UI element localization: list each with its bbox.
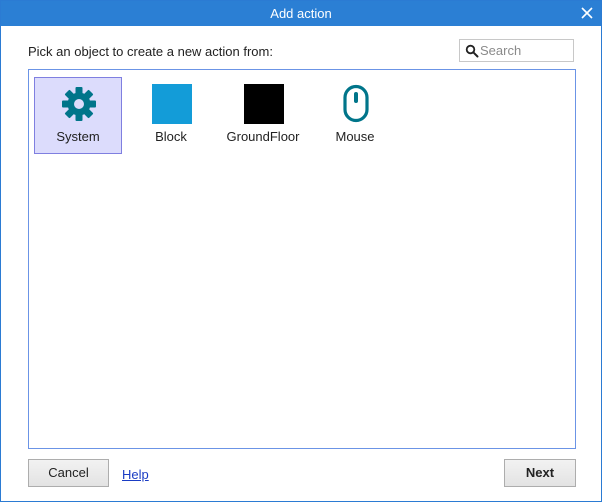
close-button[interactable] bbox=[577, 3, 597, 23]
object-label: System bbox=[56, 129, 100, 144]
search-input[interactable] bbox=[480, 41, 570, 60]
object-label: Block bbox=[155, 129, 187, 144]
search-box[interactable] bbox=[459, 39, 574, 62]
blue-square-sprite bbox=[152, 84, 192, 124]
next-button[interactable]: Next bbox=[504, 459, 576, 487]
object-mouse[interactable]: Mouse bbox=[311, 77, 399, 154]
dialog-title: Add action bbox=[270, 6, 332, 21]
add-action-dialog: Add action Pick an object to create a ne… bbox=[0, 0, 602, 502]
object-label: GroundFloor bbox=[226, 129, 300, 144]
close-icon bbox=[581, 7, 593, 19]
help-link[interactable]: Help bbox=[122, 467, 149, 482]
title-bar: Add action bbox=[1, 1, 601, 26]
object-system[interactable]: System bbox=[34, 77, 122, 154]
object-block[interactable]: Block bbox=[127, 77, 215, 154]
cancel-button[interactable]: Cancel bbox=[28, 459, 109, 487]
object-list: System Block GroundFloor Mouse bbox=[28, 69, 576, 449]
object-label: Mouse bbox=[335, 129, 375, 144]
gear-icon bbox=[62, 87, 96, 121]
instruction-text: Pick an object to create a new action fr… bbox=[28, 44, 273, 59]
mouse-icon bbox=[343, 84, 369, 123]
search-icon bbox=[465, 44, 479, 58]
black-square-sprite bbox=[244, 84, 284, 124]
object-groundfloor[interactable]: GroundFloor bbox=[219, 77, 307, 154]
